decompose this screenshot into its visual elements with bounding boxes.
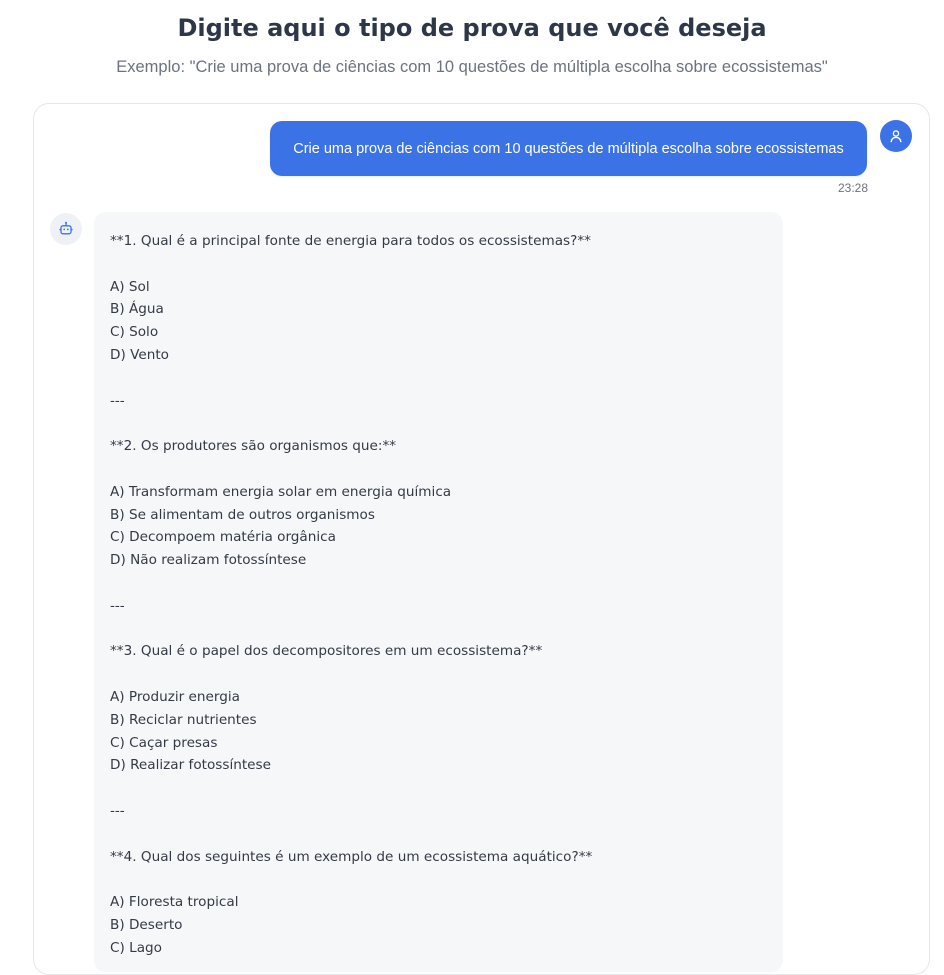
bot-message-line: **2. Os produtores são organismos que:** bbox=[110, 438, 397, 455]
bot-message-line: B) Se alimentam de outros organismos bbox=[110, 506, 375, 523]
message-timestamp: 23:28 bbox=[837, 181, 868, 195]
user-message-bubble: Crie uma prova de ciências com 10 questõ… bbox=[270, 121, 867, 176]
bot-message-line: B) Deserto bbox=[110, 916, 183, 933]
page-subtitle: Exemplo: "Crie uma prova de ciências com… bbox=[116, 58, 828, 76]
page-title: Digite aqui o tipo de prova que você des… bbox=[177, 14, 767, 42]
bot-message-line: A) Floresta tropical bbox=[110, 894, 239, 911]
bot-avatar bbox=[50, 213, 82, 245]
bot-message-line bbox=[110, 253, 770, 276]
bot-message-line bbox=[110, 868, 770, 891]
bot-message-line: C) Decompoem matéria orgânica bbox=[110, 529, 336, 546]
bot-message-line bbox=[110, 823, 770, 846]
bot-message-line bbox=[110, 777, 770, 800]
bot-message-line bbox=[110, 412, 770, 435]
bot-message-line: **3. Qual é o papel dos decompositores e… bbox=[110, 643, 543, 660]
bot-message-line: D) Não realizam fotossíntese bbox=[110, 552, 307, 569]
bot-message-line bbox=[110, 618, 770, 641]
bot-message-line: **1. Qual é a principal fonte de energia… bbox=[110, 233, 591, 249]
bot-message-line: **4. Qual dos seguintes é um exemplo de … bbox=[110, 848, 593, 865]
bot-message-text: **1. Qual é a principal fonte de energia… bbox=[110, 230, 770, 960]
bot-message-line: C) Solo bbox=[110, 324, 159, 341]
bot-message-line: --- bbox=[110, 802, 125, 819]
bot-message-line: --- bbox=[110, 597, 125, 614]
bot-message-line bbox=[110, 663, 770, 686]
bot-message-line: D) Realizar fotossíntese bbox=[110, 757, 271, 774]
bot-message-line: D) Vento bbox=[110, 346, 169, 363]
bot-message-line: --- bbox=[110, 392, 125, 409]
bot-message-line: B) Reciclar nutrientes bbox=[110, 711, 257, 728]
bot-message-line: A) Sol bbox=[110, 278, 150, 295]
bot-message-line: A) Transformam energia solar em energia … bbox=[110, 483, 452, 500]
bot-message-line: A) Produzir energia bbox=[110, 688, 240, 705]
user-icon bbox=[890, 130, 902, 143]
bot-message-line: B) Água bbox=[110, 301, 164, 318]
robot-icon bbox=[59, 221, 73, 235]
user-message-text: Crie uma prova de ciências com 10 questõ… bbox=[293, 140, 844, 157]
user-avatar bbox=[880, 120, 912, 152]
bot-message-line bbox=[110, 458, 770, 481]
bot-message-line: C) Lago bbox=[110, 939, 162, 956]
bot-message-line bbox=[110, 572, 770, 595]
bot-message-line: C) Caçar presas bbox=[110, 734, 218, 751]
bot-message-line bbox=[110, 367, 770, 390]
